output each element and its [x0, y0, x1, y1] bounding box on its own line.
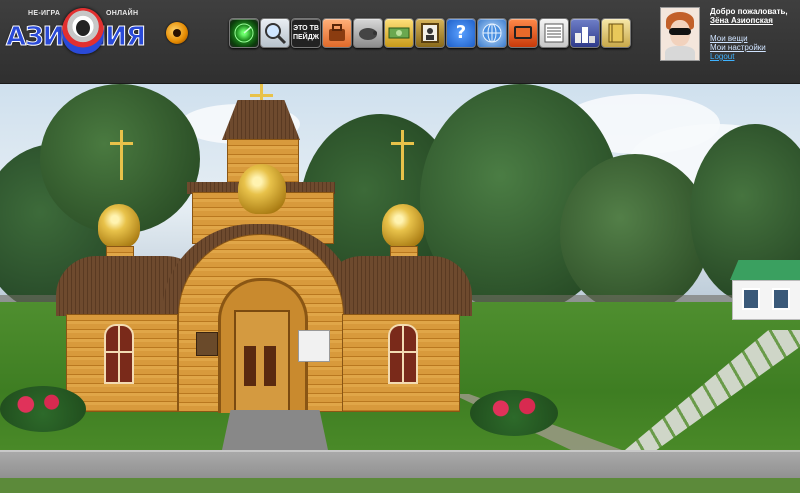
notice-board[interactable]	[298, 330, 330, 362]
church-door[interactable]	[234, 310, 290, 414]
money-button[interactable]	[384, 18, 414, 48]
church-window-right	[388, 324, 418, 384]
this-is-your-page-button[interactable]: ЭТО ТВ ПЕЙДЖ	[291, 18, 321, 48]
globe-icon	[482, 23, 502, 43]
bag-button[interactable]	[322, 18, 352, 48]
piggy-bank-button[interactable]	[353, 18, 383, 48]
logo-tagline-right: ОНЛАЙН	[106, 10, 139, 17]
portrait-button[interactable]	[415, 18, 445, 48]
app-window: НЕ-ИГРА ОНЛАЙН АЗИОПИЯ	[0, 0, 800, 493]
help-button[interactable]: ?	[446, 18, 476, 48]
notebook-button[interactable]	[601, 18, 631, 48]
newspaper-icon	[544, 23, 564, 43]
tv-button[interactable]	[508, 18, 538, 48]
small-house[interactable]	[730, 260, 800, 330]
help-icon: ?	[447, 19, 475, 47]
page-button-line2: ПЕЙДЖ	[292, 34, 320, 41]
globe-button[interactable]	[477, 18, 507, 48]
azioopia-logo[interactable]: НЕ-ИГРА ОНЛАЙН АЗИОПИЯ	[4, 8, 162, 58]
search-button[interactable]	[260, 18, 290, 48]
help-glyph: ?	[455, 22, 467, 43]
notebook-icon	[608, 23, 624, 43]
user-panel: Добро пожаловать, Зёна Азиопская Мои вещ…	[660, 7, 800, 77]
rose-bush-right	[470, 390, 558, 436]
my-things-link[interactable]: Мои вещи	[710, 34, 748, 43]
username-link[interactable]: Зёна Азиопская	[710, 16, 773, 25]
portrait-frame-icon	[421, 23, 439, 43]
my-settings-link[interactable]: Мои настройки	[710, 43, 766, 52]
bag-icon	[329, 24, 345, 41]
avatar[interactable]	[660, 7, 700, 61]
banknotes-icon	[388, 27, 410, 39]
tv-icon	[514, 26, 532, 39]
radar-button[interactable]	[229, 18, 259, 48]
magnifier-icon	[265, 23, 287, 45]
podium-icon	[575, 27, 595, 43]
logo-tagline-left: НЕ-ИГРА	[28, 10, 61, 17]
rose-bush-left	[0, 386, 86, 432]
logout-link[interactable]: Logout	[710, 52, 734, 61]
road	[0, 450, 800, 480]
newspaper-button[interactable]	[539, 18, 569, 48]
page-button-line1: ЭТО ТВ	[293, 25, 319, 32]
radio-icon[interactable]	[166, 22, 188, 44]
church-window-left	[104, 324, 134, 384]
welcome-greeting: Добро пожаловать,	[710, 7, 788, 16]
top-bar: НЕ-ИГРА ОНЛАЙН АЗИОПИЯ	[0, 0, 800, 84]
church-scene[interactable]	[0, 84, 800, 493]
radar-icon	[234, 23, 254, 43]
ranking-button[interactable]	[570, 18, 600, 48]
wooden-church[interactable]	[42, 84, 482, 414]
this-is-your-page-icon: ЭТО ТВ ПЕЙДЖ	[292, 19, 320, 47]
logo-emblem-icon	[62, 8, 104, 54]
piggy-bank-icon	[359, 28, 377, 40]
